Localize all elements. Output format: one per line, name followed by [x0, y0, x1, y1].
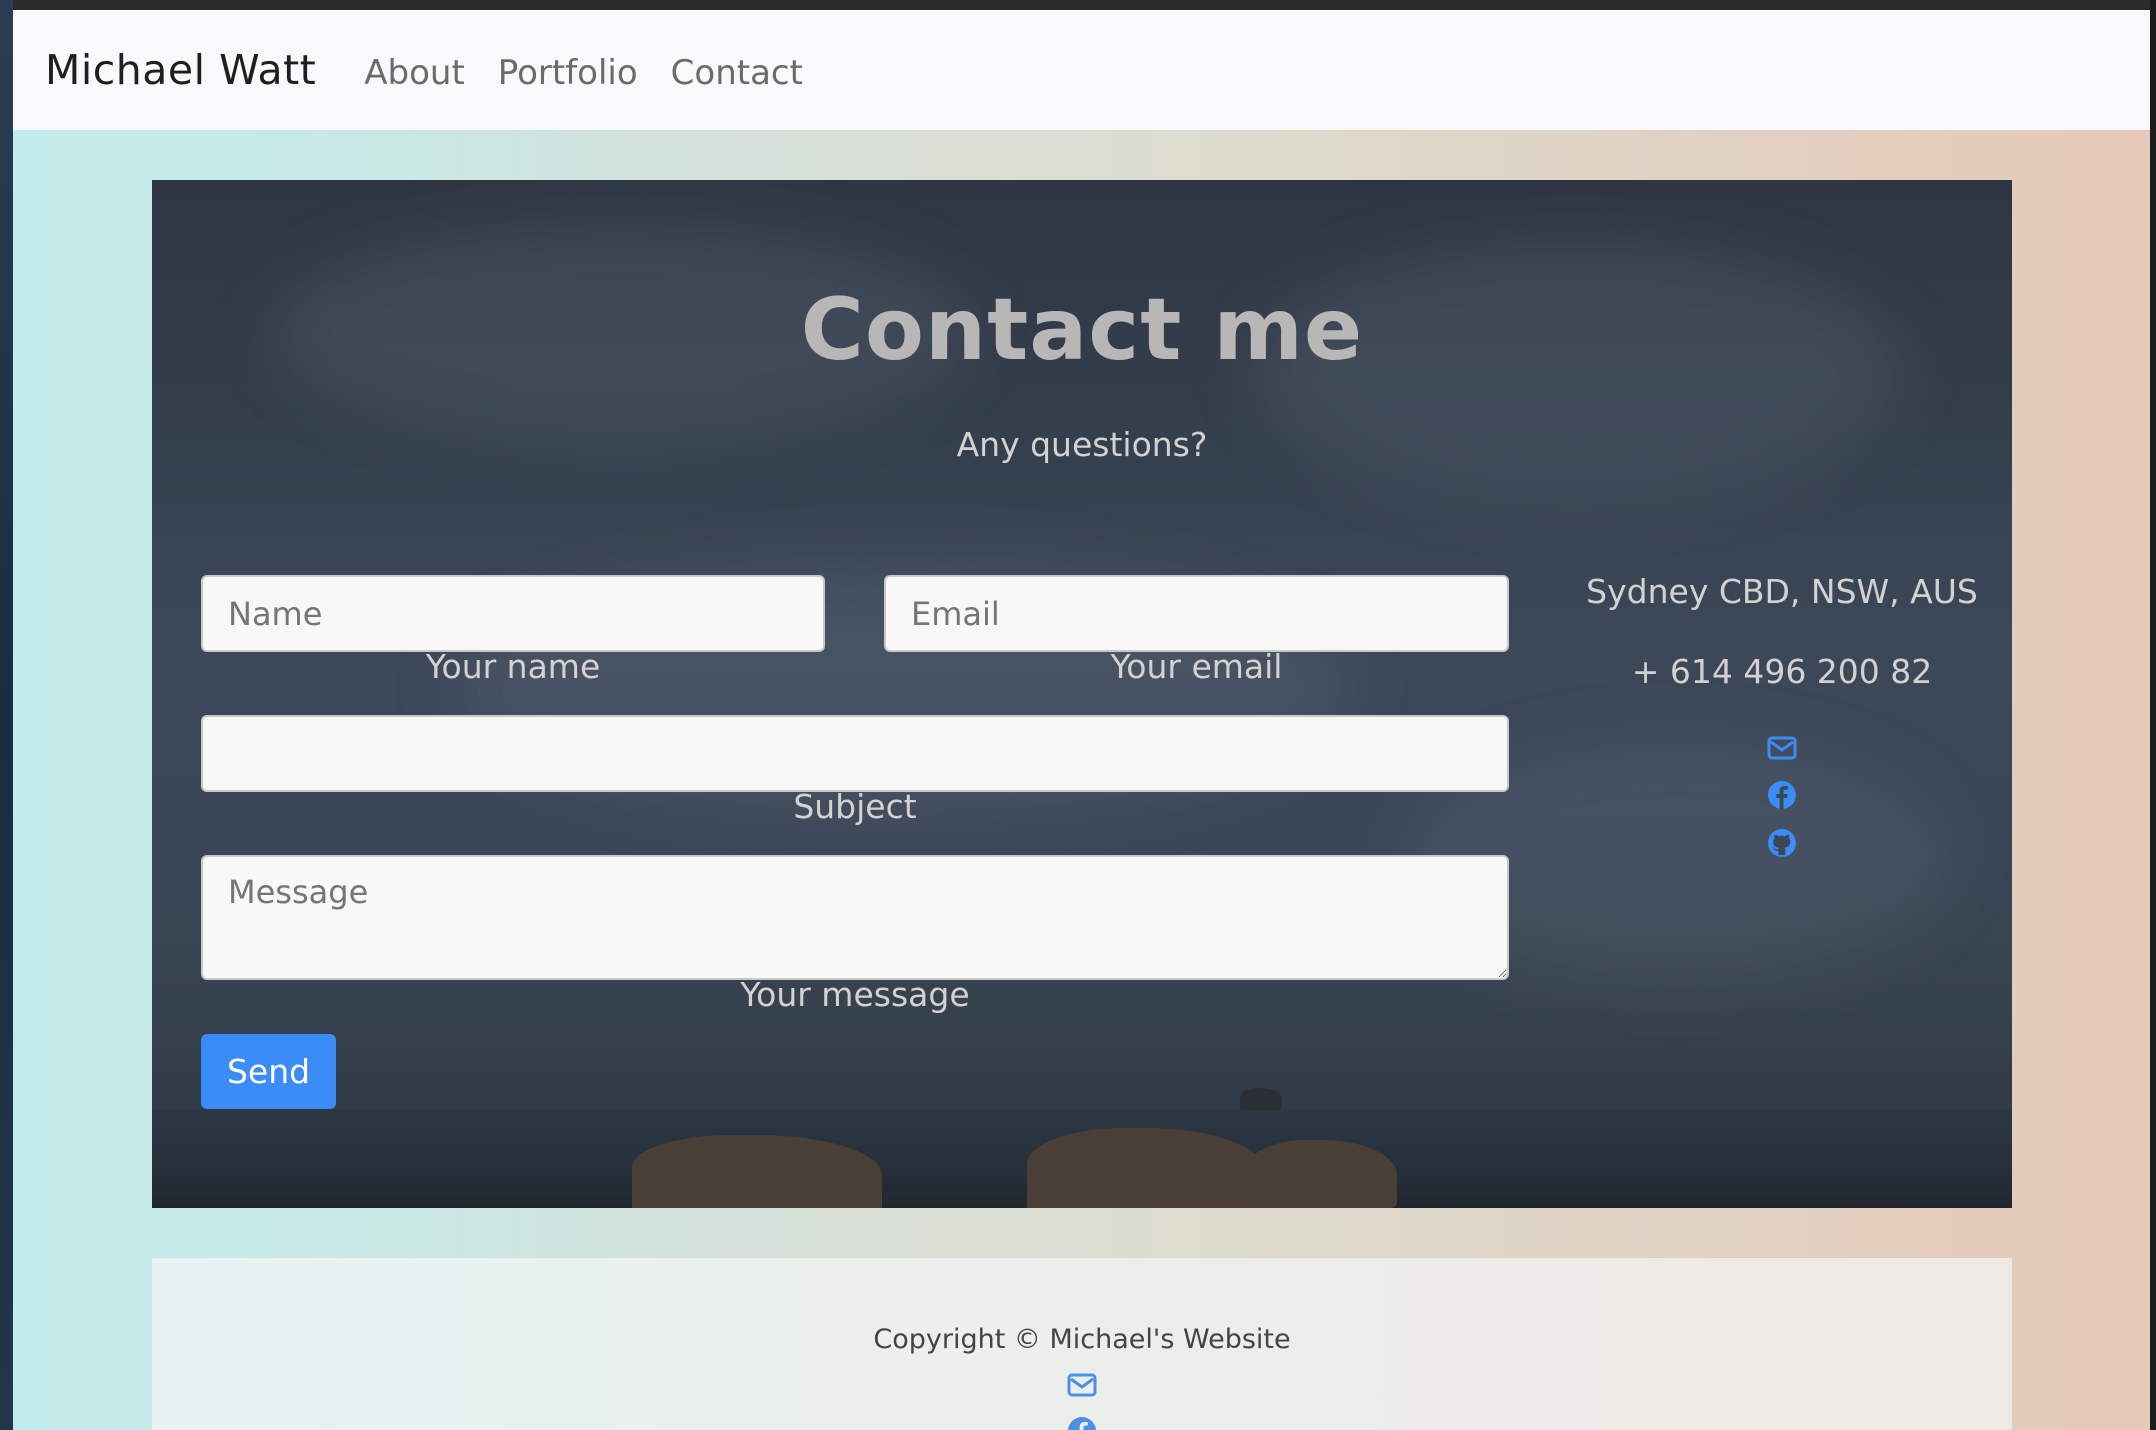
- envelope-icon[interactable]: [1067, 1370, 1097, 1400]
- location-text: Sydney CBD, NSW, AUS: [1586, 572, 1978, 611]
- copyright-text: Copyright © Michael's Website: [873, 1324, 1291, 1355]
- page-title: Contact me: [800, 280, 1364, 380]
- name-label: Your name: [425, 647, 601, 686]
- nav-link-about[interactable]: About: [364, 47, 465, 93]
- email-input[interactable]: [884, 575, 1509, 652]
- contact-section: Contact me Any questions? Your name Your…: [152, 180, 2012, 1208]
- rock: [1240, 1088, 1282, 1110]
- window-top-strip: [0, 0, 2156, 10]
- envelope-icon[interactable]: [1767, 733, 1797, 763]
- phone-text: + 614 496 200 82: [1631, 652, 1933, 691]
- message-label: Your message: [740, 975, 970, 1014]
- footer: Copyright © Michael's Website: [152, 1258, 2012, 1430]
- github-icon[interactable]: [1767, 828, 1797, 858]
- navbar: Michael Watt About Portfolio Contact: [13, 10, 2150, 130]
- window-right-edge: [2150, 0, 2156, 1430]
- name-input[interactable]: [201, 575, 825, 652]
- rock: [1027, 1128, 1267, 1208]
- rock: [632, 1135, 882, 1208]
- message-textarea[interactable]: [201, 855, 1509, 980]
- brand[interactable]: Michael Watt: [45, 46, 316, 94]
- page: Michael Watt About Portfolio Contact Con…: [13, 10, 2150, 1430]
- facebook-icon[interactable]: [1067, 1416, 1097, 1430]
- send-button[interactable]: Send: [201, 1034, 336, 1109]
- subject-label: Subject: [793, 787, 917, 826]
- subject-input[interactable]: [201, 715, 1509, 792]
- rock: [1247, 1140, 1397, 1208]
- nav-link-portfolio[interactable]: Portfolio: [498, 47, 638, 93]
- page-subtitle: Any questions?: [956, 425, 1208, 464]
- nav-link-contact[interactable]: Contact: [671, 47, 803, 93]
- facebook-icon[interactable]: [1767, 780, 1797, 810]
- email-label: Your email: [1110, 647, 1283, 686]
- desktop-edge: [0, 0, 13, 1430]
